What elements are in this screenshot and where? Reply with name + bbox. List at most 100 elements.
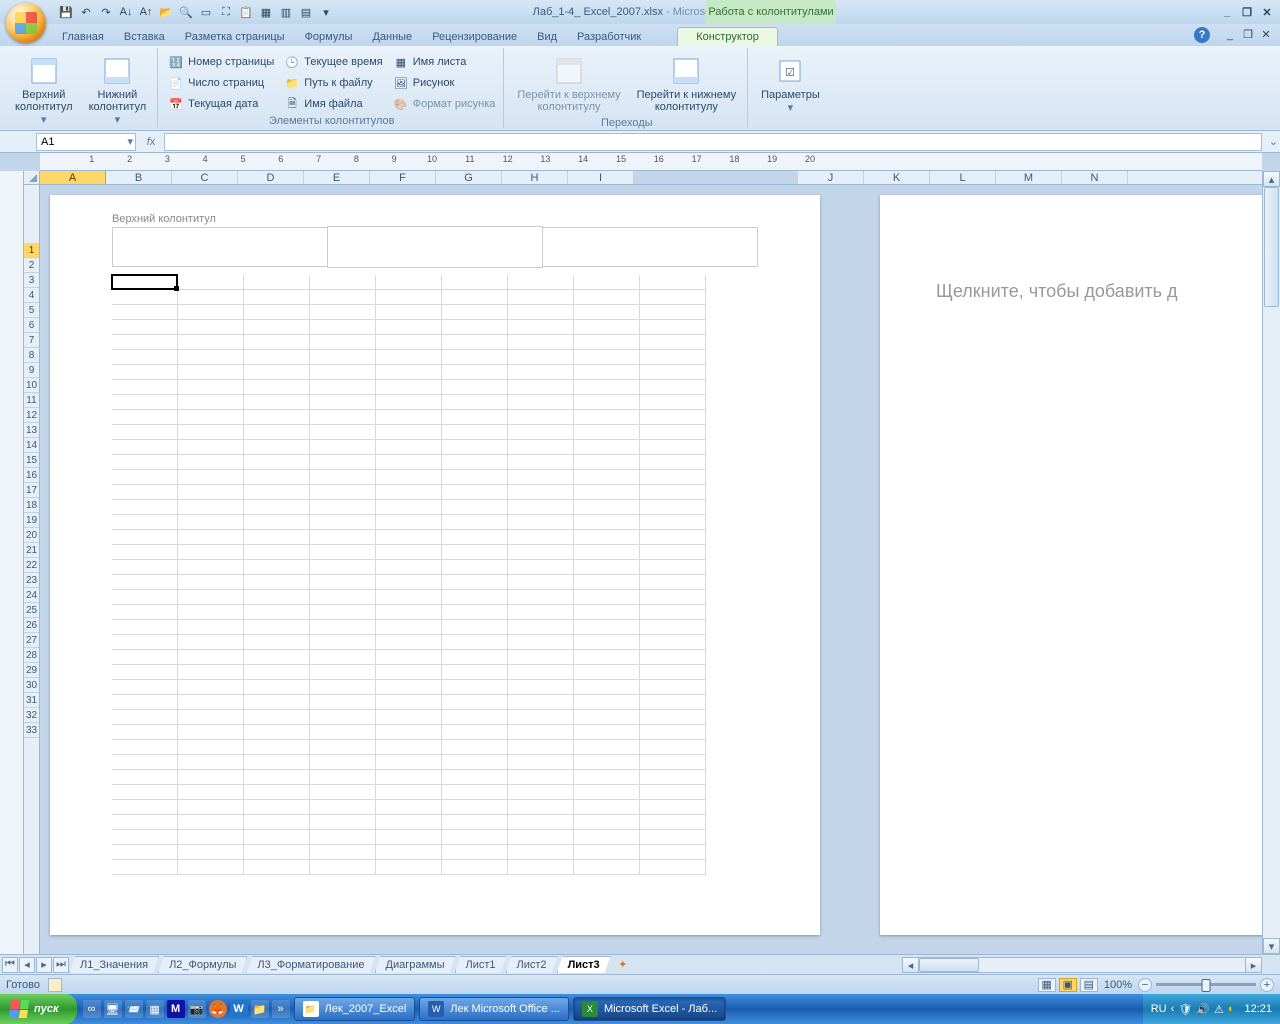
header-right-section[interactable] (542, 227, 758, 267)
cell[interactable] (112, 575, 178, 590)
cell[interactable] (508, 575, 574, 590)
cell[interactable] (310, 395, 376, 410)
cell[interactable] (178, 275, 244, 290)
cell[interactable] (244, 350, 310, 365)
sort-asc-icon[interactable]: A↓ (118, 4, 134, 20)
cell[interactable] (574, 770, 640, 785)
scroll-thumb[interactable] (1264, 187, 1279, 307)
cell[interactable] (508, 770, 574, 785)
cell[interactable] (178, 620, 244, 635)
save-icon[interactable]: 💾 (58, 4, 74, 20)
cell[interactable] (442, 755, 508, 770)
column-header[interactable]: H (502, 171, 568, 184)
cell[interactable] (310, 800, 376, 815)
cell[interactable] (442, 845, 508, 860)
cell[interactable] (310, 635, 376, 650)
cell[interactable] (640, 515, 706, 530)
cell[interactable] (376, 530, 442, 545)
tab-nav-next-icon[interactable]: ▸ (36, 957, 52, 973)
cell[interactable] (112, 665, 178, 680)
cell[interactable] (442, 575, 508, 590)
cell[interactable] (376, 395, 442, 410)
tab-nav-prev-icon[interactable]: ◂ (19, 957, 35, 973)
cell[interactable] (442, 290, 508, 305)
cell[interactable] (574, 755, 640, 770)
cell[interactable] (112, 365, 178, 380)
cell[interactable] (376, 440, 442, 455)
cell[interactable] (442, 785, 508, 800)
cell[interactable] (112, 545, 178, 560)
row-header[interactable]: 12 (24, 408, 39, 423)
cell-grid[interactable] (112, 275, 710, 875)
scroll-left-button[interactable]: ◂ (903, 958, 919, 972)
page-layout-view-button[interactable]: ▣ (1059, 978, 1077, 992)
tab-nav-first-icon[interactable]: ⏮ (2, 957, 18, 973)
cell[interactable] (112, 620, 178, 635)
cell[interactable] (442, 800, 508, 815)
zoom-out-button[interactable]: − (1138, 978, 1152, 992)
quick-launch-icon[interactable]: W (230, 1000, 248, 1018)
sheet-tab[interactable]: Лист1 (455, 956, 507, 973)
row-header[interactable]: 10 (24, 378, 39, 393)
cell[interactable] (640, 785, 706, 800)
cell[interactable] (574, 290, 640, 305)
cell[interactable] (376, 590, 442, 605)
cell[interactable] (178, 665, 244, 680)
row-header[interactable]: 26 (24, 618, 39, 633)
quick-launch-icon[interactable]: 📁 (251, 1000, 269, 1018)
cell[interactable] (112, 275, 178, 290)
cell[interactable] (574, 695, 640, 710)
cell[interactable] (508, 305, 574, 320)
cell[interactable] (178, 680, 244, 695)
scroll-thumb[interactable] (919, 958, 979, 972)
file-path-button[interactable]: 📁Путь к файлу (280, 73, 386, 93)
cell[interactable] (508, 350, 574, 365)
ribbon-tab-contextual[interactable]: Конструктор (677, 27, 778, 46)
column-header[interactable]: F (370, 171, 436, 184)
cell[interactable] (640, 395, 706, 410)
cell[interactable] (178, 485, 244, 500)
cell[interactable] (112, 605, 178, 620)
fullscreen-icon[interactable]: ⛶ (218, 4, 234, 20)
workbook-restore-button[interactable]: ❐ (1240, 27, 1256, 42)
cell[interactable] (376, 605, 442, 620)
cell[interactable] (112, 455, 178, 470)
cell[interactable] (640, 380, 706, 395)
cell[interactable] (640, 320, 706, 335)
cell[interactable] (244, 545, 310, 560)
cell[interactable] (574, 830, 640, 845)
cell[interactable] (442, 395, 508, 410)
row-header[interactable]: 22 (24, 558, 39, 573)
row-header[interactable]: 30 (24, 678, 39, 693)
cell[interactable] (508, 680, 574, 695)
row-header[interactable]: 27 (24, 633, 39, 648)
cell[interactable] (640, 305, 706, 320)
row-header[interactable]: 33 (24, 723, 39, 738)
cell[interactable] (310, 845, 376, 860)
cell[interactable] (244, 590, 310, 605)
workbook-minimize-button[interactable]: _ (1222, 27, 1238, 42)
cell[interactable] (112, 560, 178, 575)
cell[interactable] (640, 365, 706, 380)
cell[interactable] (376, 785, 442, 800)
zoom-in-button[interactable]: + (1260, 978, 1274, 992)
cell[interactable] (640, 830, 706, 845)
cell[interactable] (310, 545, 376, 560)
row-header[interactable]: 19 (24, 513, 39, 528)
row-header[interactable]: 5 (24, 303, 39, 318)
row-header[interactable]: 8 (24, 348, 39, 363)
cell[interactable] (640, 740, 706, 755)
cell[interactable] (244, 425, 310, 440)
cell[interactable] (640, 725, 706, 740)
cell[interactable] (310, 440, 376, 455)
cell[interactable] (508, 380, 574, 395)
page-break-view-button[interactable]: ▤ (1080, 978, 1098, 992)
cell[interactable] (310, 500, 376, 515)
cell[interactable] (310, 530, 376, 545)
cell[interactable] (376, 500, 442, 515)
cell[interactable] (640, 695, 706, 710)
cell[interactable] (244, 740, 310, 755)
cell[interactable] (376, 770, 442, 785)
cell[interactable] (112, 830, 178, 845)
cell[interactable] (508, 860, 574, 875)
